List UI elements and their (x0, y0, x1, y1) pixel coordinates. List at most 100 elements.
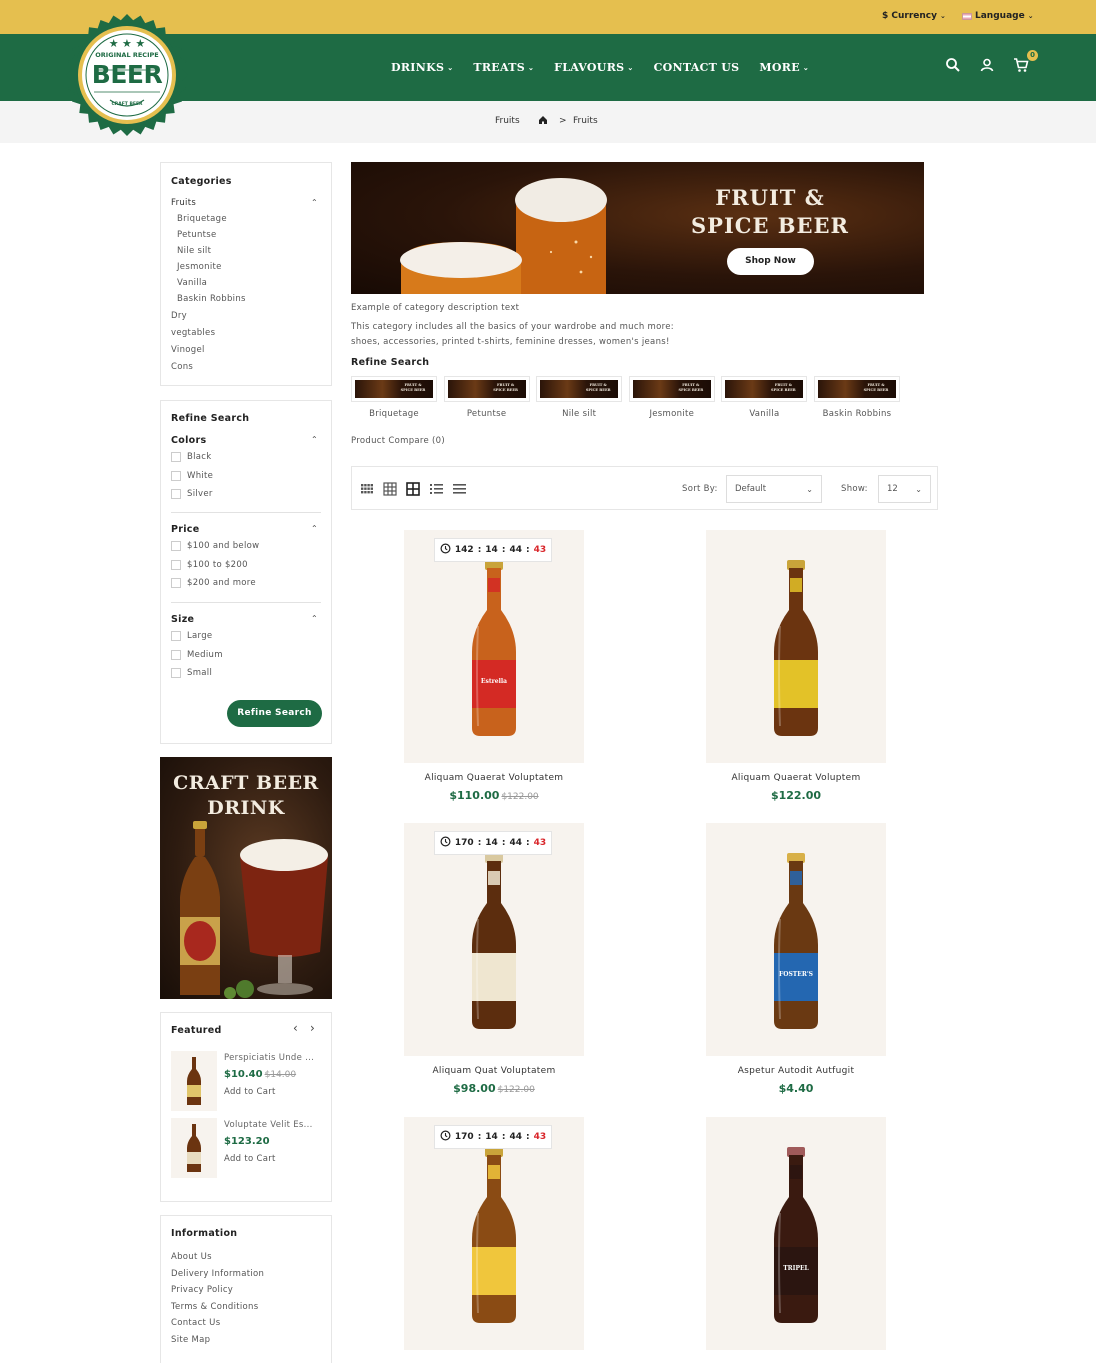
information-link[interactable]: About Us (171, 1252, 212, 1262)
filter-option[interactable]: $100 and below (171, 541, 259, 551)
product-card[interactable]: 170:14:44:43 (404, 1117, 584, 1350)
subcategory-card[interactable]: FRUIT & SPICE BEER Nile silt (536, 376, 623, 419)
chevron-left-icon[interactable]: ‹ (293, 1021, 298, 1035)
category-item[interactable]: Cons (171, 362, 193, 372)
nav-item-treats[interactable]: TREATS ⌄ (473, 61, 534, 74)
nav-item-drinks[interactable]: DRINKS ⌄ (391, 61, 453, 74)
category-child[interactable]: Jesmonite (177, 262, 222, 272)
subcategory-thumbnail[interactable]: FRUIT & SPICE BEER (721, 376, 808, 402)
product-name[interactable]: Aliquam Quat Voluptatem (404, 1066, 584, 1076)
category-banner[interactable]: FRUIT & SPICE BEER Shop Now (351, 162, 924, 294)
chevron-up-icon[interactable]: ⌃ (311, 614, 318, 623)
checkbox[interactable] (171, 668, 181, 678)
subcategory-card[interactable]: FRUIT & SPICE BEER Jesmonite (628, 376, 715, 419)
checkbox[interactable] (171, 470, 181, 481)
search-icon[interactable] (944, 56, 962, 74)
shop-now-button[interactable]: Shop Now (727, 248, 814, 275)
category-item[interactable]: Dry (171, 311, 187, 321)
add-to-cart-link[interactable]: Add to Cart (224, 1154, 276, 1164)
subcategory-card[interactable]: FRUIT & SPICE BEER Briquetage (351, 376, 437, 419)
beer-bottle-image (774, 560, 818, 736)
product-card[interactable]: 170:14:44:43 Aliquam Quat Voluptatem $98.0… (404, 823, 584, 1095)
subcategory-card[interactable]: FRUIT & SPICE BEER Vanilla (721, 376, 808, 419)
product-compare-link[interactable]: Product Compare (0) (351, 436, 445, 446)
category-child[interactable]: Petuntse (177, 230, 217, 240)
category-child[interactable]: Briquetage (177, 214, 227, 224)
category-child[interactable]: Vanilla (177, 278, 207, 288)
language-dropdown[interactable]: Language ⌄ (962, 11, 1034, 21)
product-image[interactable]: TRIPEL (706, 1117, 886, 1350)
chevron-right-icon[interactable]: › (310, 1021, 315, 1035)
category-child[interactable]: Baskin Robbins (177, 294, 246, 304)
information-link[interactable]: Site Map (171, 1335, 210, 1345)
information-link[interactable]: Contact Us (171, 1318, 220, 1328)
category-item[interactable]: vegtables (171, 328, 215, 338)
product-image[interactable]: FOSTER'S (706, 823, 886, 1056)
filter-option[interactable]: Small (171, 668, 212, 678)
subcategory-thumbnail[interactable]: FRUIT & SPICE BEER (814, 376, 900, 402)
checkbox[interactable] (171, 559, 181, 570)
add-to-cart-link[interactable]: Add to Cart (224, 1087, 276, 1097)
craft-beer-banner[interactable]: CRAFT BEER DRINK (160, 757, 332, 999)
currency-dropdown[interactable]: $ Currency ⌄ (882, 11, 946, 21)
nav-item-flavours[interactable]: FLAVOURS ⌄ (554, 61, 633, 74)
checkbox[interactable] (171, 452, 181, 462)
product-image[interactable]: Estrella 142:14:44:43 (404, 530, 584, 763)
show-select[interactable]: 12 ⌄ (878, 475, 931, 503)
chevron-up-icon[interactable]: ⌃ (311, 435, 318, 444)
checkbox[interactable] (171, 489, 181, 499)
category-fruits[interactable]: Fruits (171, 198, 196, 208)
featured-name[interactable]: Voluptate Velit Es... (224, 1120, 324, 1130)
product-image[interactable]: 170:14:44:43 (404, 823, 584, 1056)
filter-option[interactable]: Large (171, 631, 212, 641)
featured-name[interactable]: Perspiciatis Unde ... (224, 1053, 324, 1063)
product-card[interactable]: Estrella 142:14:44:43 Aliquam Quaerat Volu… (404, 530, 584, 802)
product-card[interactable]: FOSTER'S Aspetur Autodit Autfugit $4.40 (706, 823, 886, 1095)
subcategory-thumbnail[interactable]: FRUIT & SPICE BEER (443, 376, 530, 402)
featured-thumbnail[interactable] (171, 1051, 217, 1111)
filter-option[interactable]: White (171, 470, 213, 481)
subcategory-thumbnail[interactable]: FRUIT & SPICE BEER (536, 376, 623, 402)
category-child[interactable]: Nile silt (177, 246, 211, 256)
nav-item-contact-us[interactable]: CONTACT US (654, 61, 740, 74)
chevron-up-icon[interactable]: ⌃ (311, 198, 318, 207)
checkbox[interactable] (171, 578, 181, 588)
filter-option[interactable]: Silver (171, 489, 213, 499)
checkbox[interactable] (171, 541, 181, 551)
product-name[interactable]: Aspetur Autodit Autfugit (706, 1066, 886, 1076)
listing-toolbar: Sort By: Default ⌄ Show: 12 ⌄ (351, 466, 938, 510)
subcategory-card[interactable]: FRUIT & SPICE BEER Baskin Robbins (814, 376, 900, 419)
product-name[interactable]: Aliquam Quaerat Voluptatem (404, 773, 584, 783)
chevron-up-icon[interactable]: ⌃ (311, 524, 318, 533)
product-card[interactable]: TRIPEL (706, 1117, 886, 1350)
category-description-line: This category includes all the basics of… (351, 322, 674, 332)
filter-option[interactable]: $200 and more (171, 578, 256, 588)
subcategory-thumbnail[interactable]: FRUIT & SPICE BEER (628, 376, 715, 402)
breadcrumb-current[interactable]: Fruits (573, 116, 598, 126)
refine-search-button[interactable]: Refine Search (227, 700, 322, 727)
product-card[interactable]: Aliquam Quaerat Voluptem $122.00 (706, 530, 886, 802)
checkbox[interactable] (171, 631, 181, 641)
filter-option[interactable]: Medium (171, 649, 223, 660)
user-icon[interactable] (978, 56, 996, 74)
home-icon[interactable] (538, 115, 548, 128)
sort-select[interactable]: Default ⌄ (726, 475, 822, 503)
cart-icon[interactable]: 0 (1012, 50, 1038, 74)
product-image[interactable]: 170:14:44:43 (404, 1117, 584, 1350)
filter-option[interactable]: Black (171, 452, 212, 462)
subcategory-card[interactable]: FRUIT & SPICE BEER Petuntse (443, 376, 530, 419)
nav-item-more[interactable]: MORE ⌄ (759, 61, 809, 74)
subcategory-thumbnail[interactable]: FRUIT & SPICE BEER (351, 376, 437, 402)
beer-bottle-image (472, 1147, 516, 1323)
information-link[interactable]: Delivery Information (171, 1269, 264, 1279)
product-name[interactable]: Aliquam Quaerat Voluptem (706, 773, 886, 783)
checkbox[interactable] (171, 649, 181, 660)
filter-option[interactable]: $100 to $200 (171, 559, 248, 570)
information-link[interactable]: Privacy Policy (171, 1285, 233, 1295)
brand-logo[interactable]: ★ ★ ★ ORIGINAL RECIPE BEER CRAFT BEER (64, 8, 190, 142)
category-item[interactable]: Vinogel (171, 345, 205, 355)
product-image[interactable] (706, 530, 886, 763)
logo-tagline: ORIGINAL RECIPE (95, 51, 159, 59)
information-link[interactable]: Terms & Conditions (171, 1302, 258, 1312)
featured-thumbnail[interactable] (171, 1118, 217, 1178)
